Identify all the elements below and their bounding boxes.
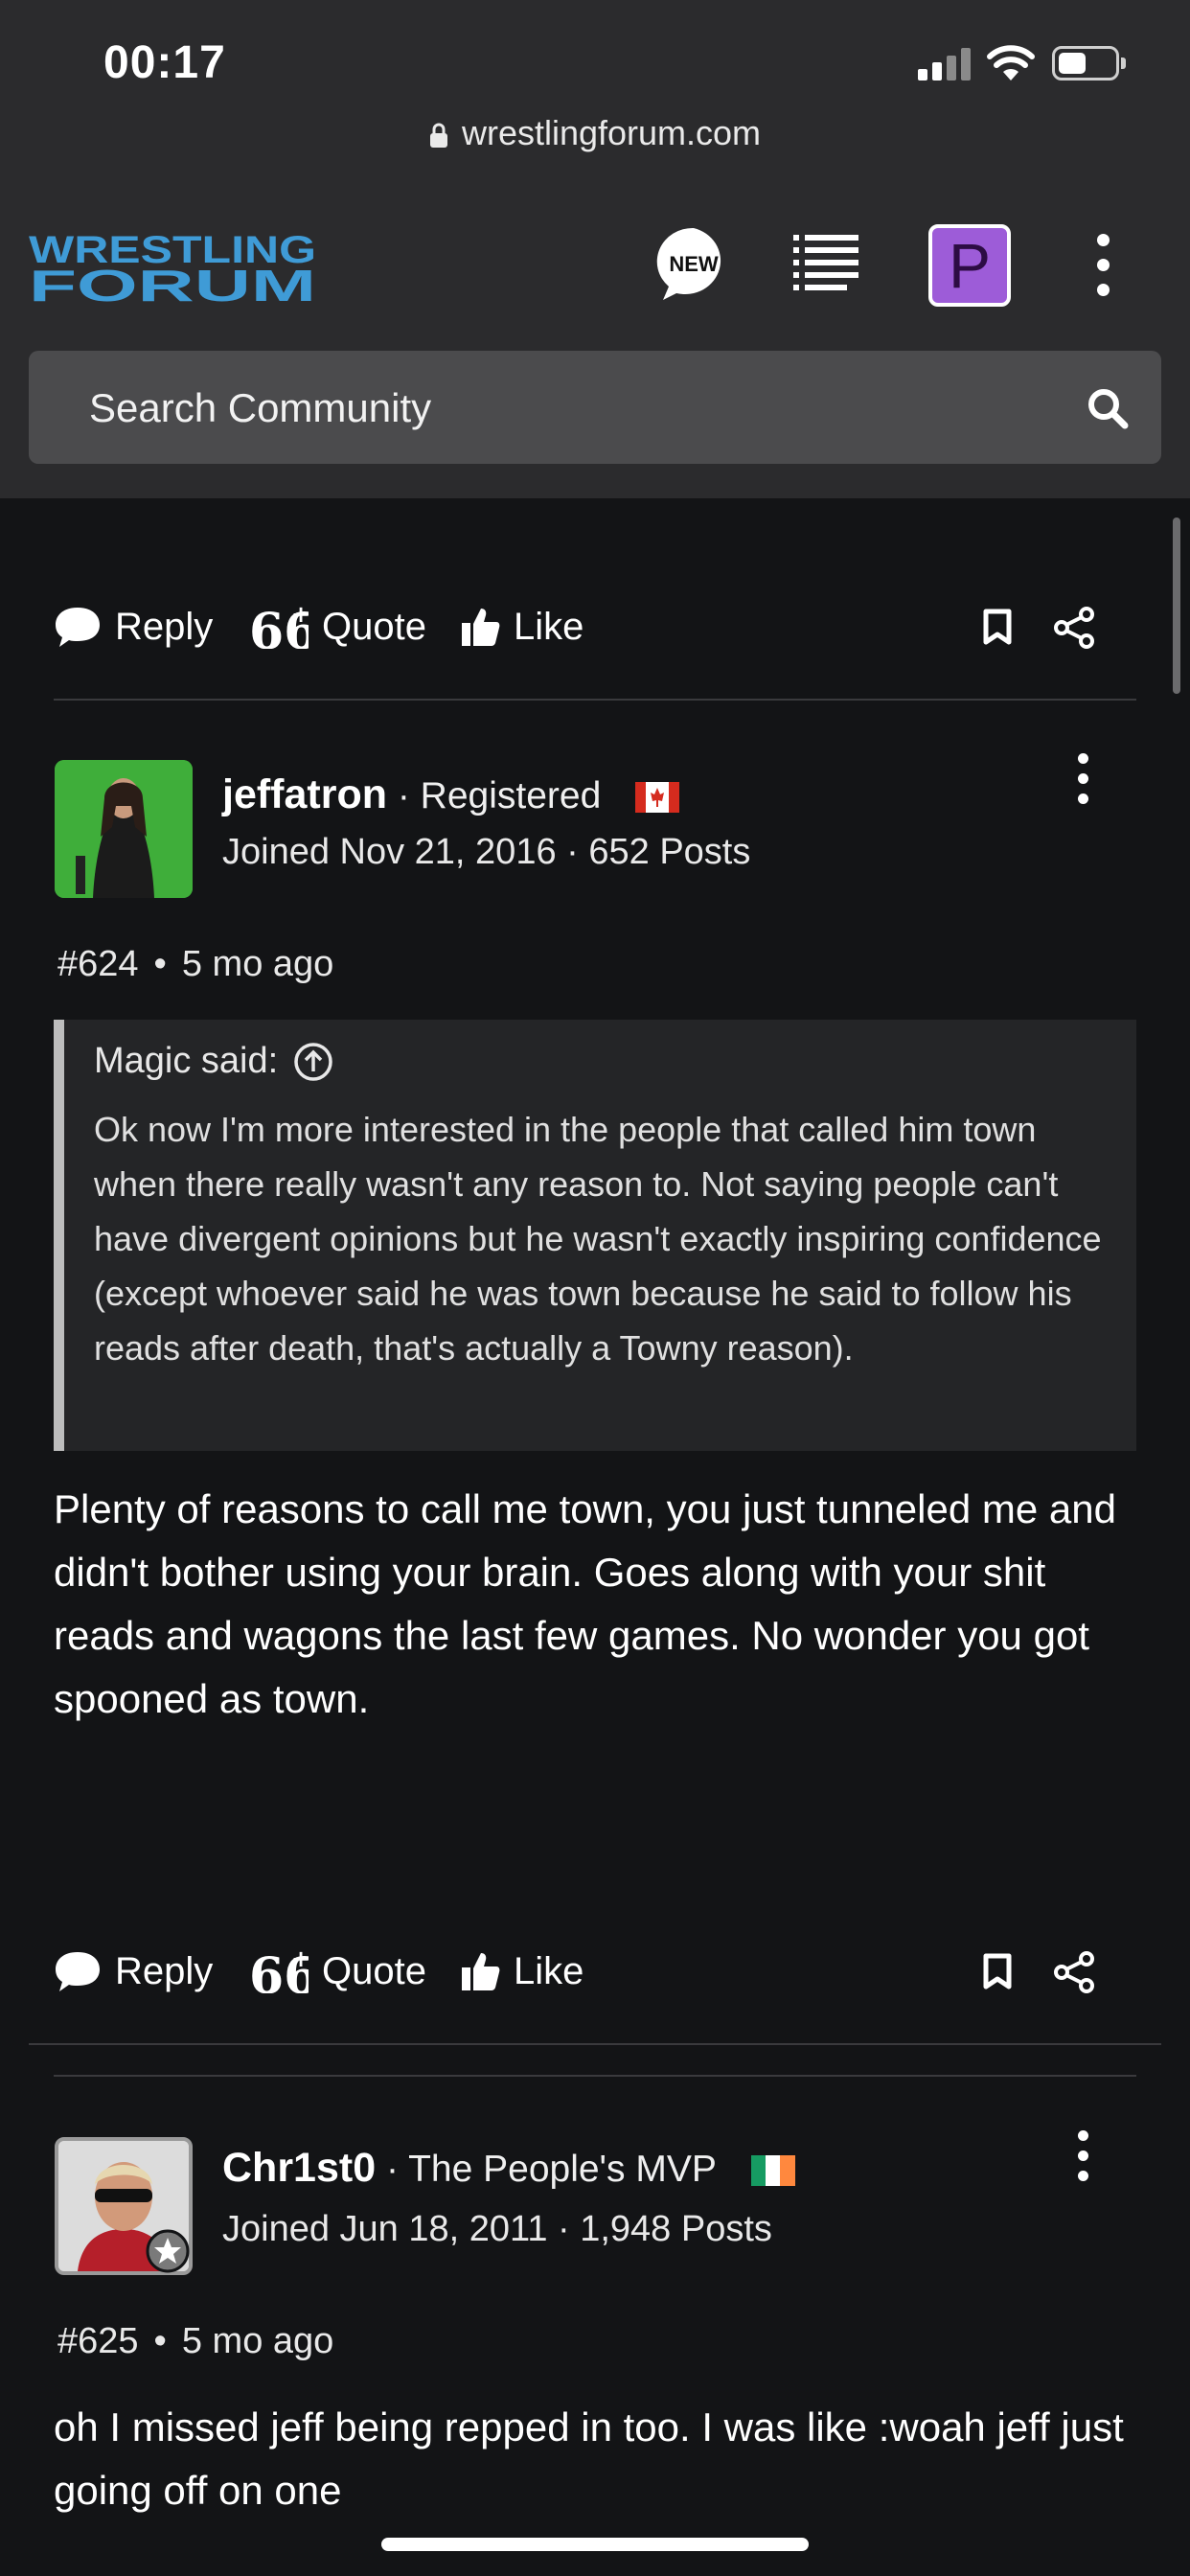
quote-icon: 66+ <box>249 1949 309 1993</box>
profile-avatar-button[interactable]: P <box>928 224 1011 307</box>
quote-block: Magic said: Ok now I'm more interested i… <box>54 1020 1136 1451</box>
bookmark-icon[interactable] <box>983 609 1012 645</box>
quote-author: Magic said: <box>94 1041 279 1081</box>
username[interactable]: Chr1st0 <box>222 2145 376 2191</box>
username[interactable]: jeffatron <box>222 771 387 817</box>
ireland-flag-icon <box>750 2154 795 2186</box>
cellular-signal-icon <box>918 48 972 80</box>
reply-button[interactable]: Reply <box>54 593 213 660</box>
post-age: 5 mo ago <box>181 944 334 984</box>
canada-flag-icon <box>635 781 680 813</box>
wrestling-forum-logo[interactable]: WRESTLING FORUM <box>29 228 316 305</box>
new-posts-icon[interactable]: NEW <box>655 225 732 302</box>
reply-icon <box>56 1952 100 1991</box>
url-text: wrestlingforum.com <box>461 113 762 152</box>
jump-to-quote-icon[interactable] <box>293 1042 333 1082</box>
svg-text:NEW: NEW <box>669 252 719 276</box>
reply-button[interactable]: Reply <box>54 1938 213 2005</box>
user-rank: · Registered <box>387 775 602 816</box>
address-bar[interactable]: wrestlingforum.com <box>0 113 1190 153</box>
divider <box>54 699 1136 701</box>
user-rank: · The People's MVP <box>376 2149 717 2190</box>
status-time: 00:17 <box>103 37 226 88</box>
home-indicator[interactable] <box>381 2538 809 2551</box>
search-icon[interactable] <box>1087 387 1129 429</box>
svg-text:+: + <box>291 1949 309 1972</box>
thumbs-up-icon <box>462 1953 500 1990</box>
lock-icon <box>429 124 447 149</box>
search-input[interactable]: Search Community <box>29 351 1161 464</box>
user-avatar-jeffatron[interactable] <box>55 760 193 898</box>
quote-button[interactable]: 66 + Quote <box>249 593 426 660</box>
divider <box>29 2043 1161 2045</box>
scrollbar[interactable] <box>1173 518 1180 694</box>
list-icon[interactable] <box>793 233 858 294</box>
badge-star-icon <box>146 2229 190 2273</box>
post-author[interactable]: Chr1st0 · The People's MVP <box>222 2145 795 2192</box>
post-meta: #624 • 5 mo ago <box>57 944 334 984</box>
wifi-icon <box>987 45 1035 80</box>
post-body: Plenty of reasons to call me town, you j… <box>54 1486 1116 1721</box>
svg-text:FORUM: FORUM <box>29 261 316 305</box>
post-body: oh I missed jeff being repped in too. I … <box>54 2404 1124 2513</box>
post-author[interactable]: jeffatron · Registered <box>222 771 680 818</box>
quote-icon: 66+ <box>249 605 309 649</box>
quote-text: Ok now I'm more interested in the people… <box>94 1110 1102 1368</box>
avatar-image <box>55 760 193 898</box>
like-button[interactable]: Like <box>462 593 584 660</box>
share-icon[interactable] <box>1054 607 1096 649</box>
bookmark-icon[interactable] <box>983 1953 1012 1990</box>
post-options-icon[interactable] <box>1077 2130 1090 2182</box>
thumbs-up-icon <box>462 609 500 646</box>
more-menu-icon[interactable] <box>1094 234 1111 297</box>
post-actions: Reply 66 + Quote Like <box>54 593 1136 660</box>
post-options-icon[interactable] <box>1077 753 1090 805</box>
divider <box>54 2075 1136 2077</box>
quote-bar <box>54 1020 64 1451</box>
post-actions: Reply 66 + Quote Like <box>54 1938 1136 2005</box>
site-header: WRESTLING FORUM NEW P Search Community <box>0 180 1190 498</box>
share-icon[interactable] <box>1054 1951 1096 1993</box>
battery-icon <box>1052 46 1126 80</box>
reply-icon <box>56 608 100 647</box>
post-meta: #625 • 5 mo ago <box>57 2321 334 2361</box>
quote-header: Magic said: <box>94 1041 333 1082</box>
post-number[interactable]: #624 <box>57 944 139 984</box>
quote-button[interactable]: 66 + Quote <box>249 1938 426 2005</box>
post-age: 5 mo ago <box>181 2321 334 2361</box>
svg-text:+: + <box>291 605 309 628</box>
search-placeholder: Search Community <box>89 385 432 430</box>
post-number[interactable]: #625 <box>57 2321 139 2361</box>
user-join-info: Joined Nov 21, 2016 · 652 Posts <box>222 832 751 872</box>
browser-chrome: 00:17 wrestlingforum.com <box>0 0 1190 180</box>
user-join-info: Joined Jun 18, 2011 · 1,948 Posts <box>222 2209 772 2249</box>
like-button[interactable]: Like <box>462 1938 584 2005</box>
